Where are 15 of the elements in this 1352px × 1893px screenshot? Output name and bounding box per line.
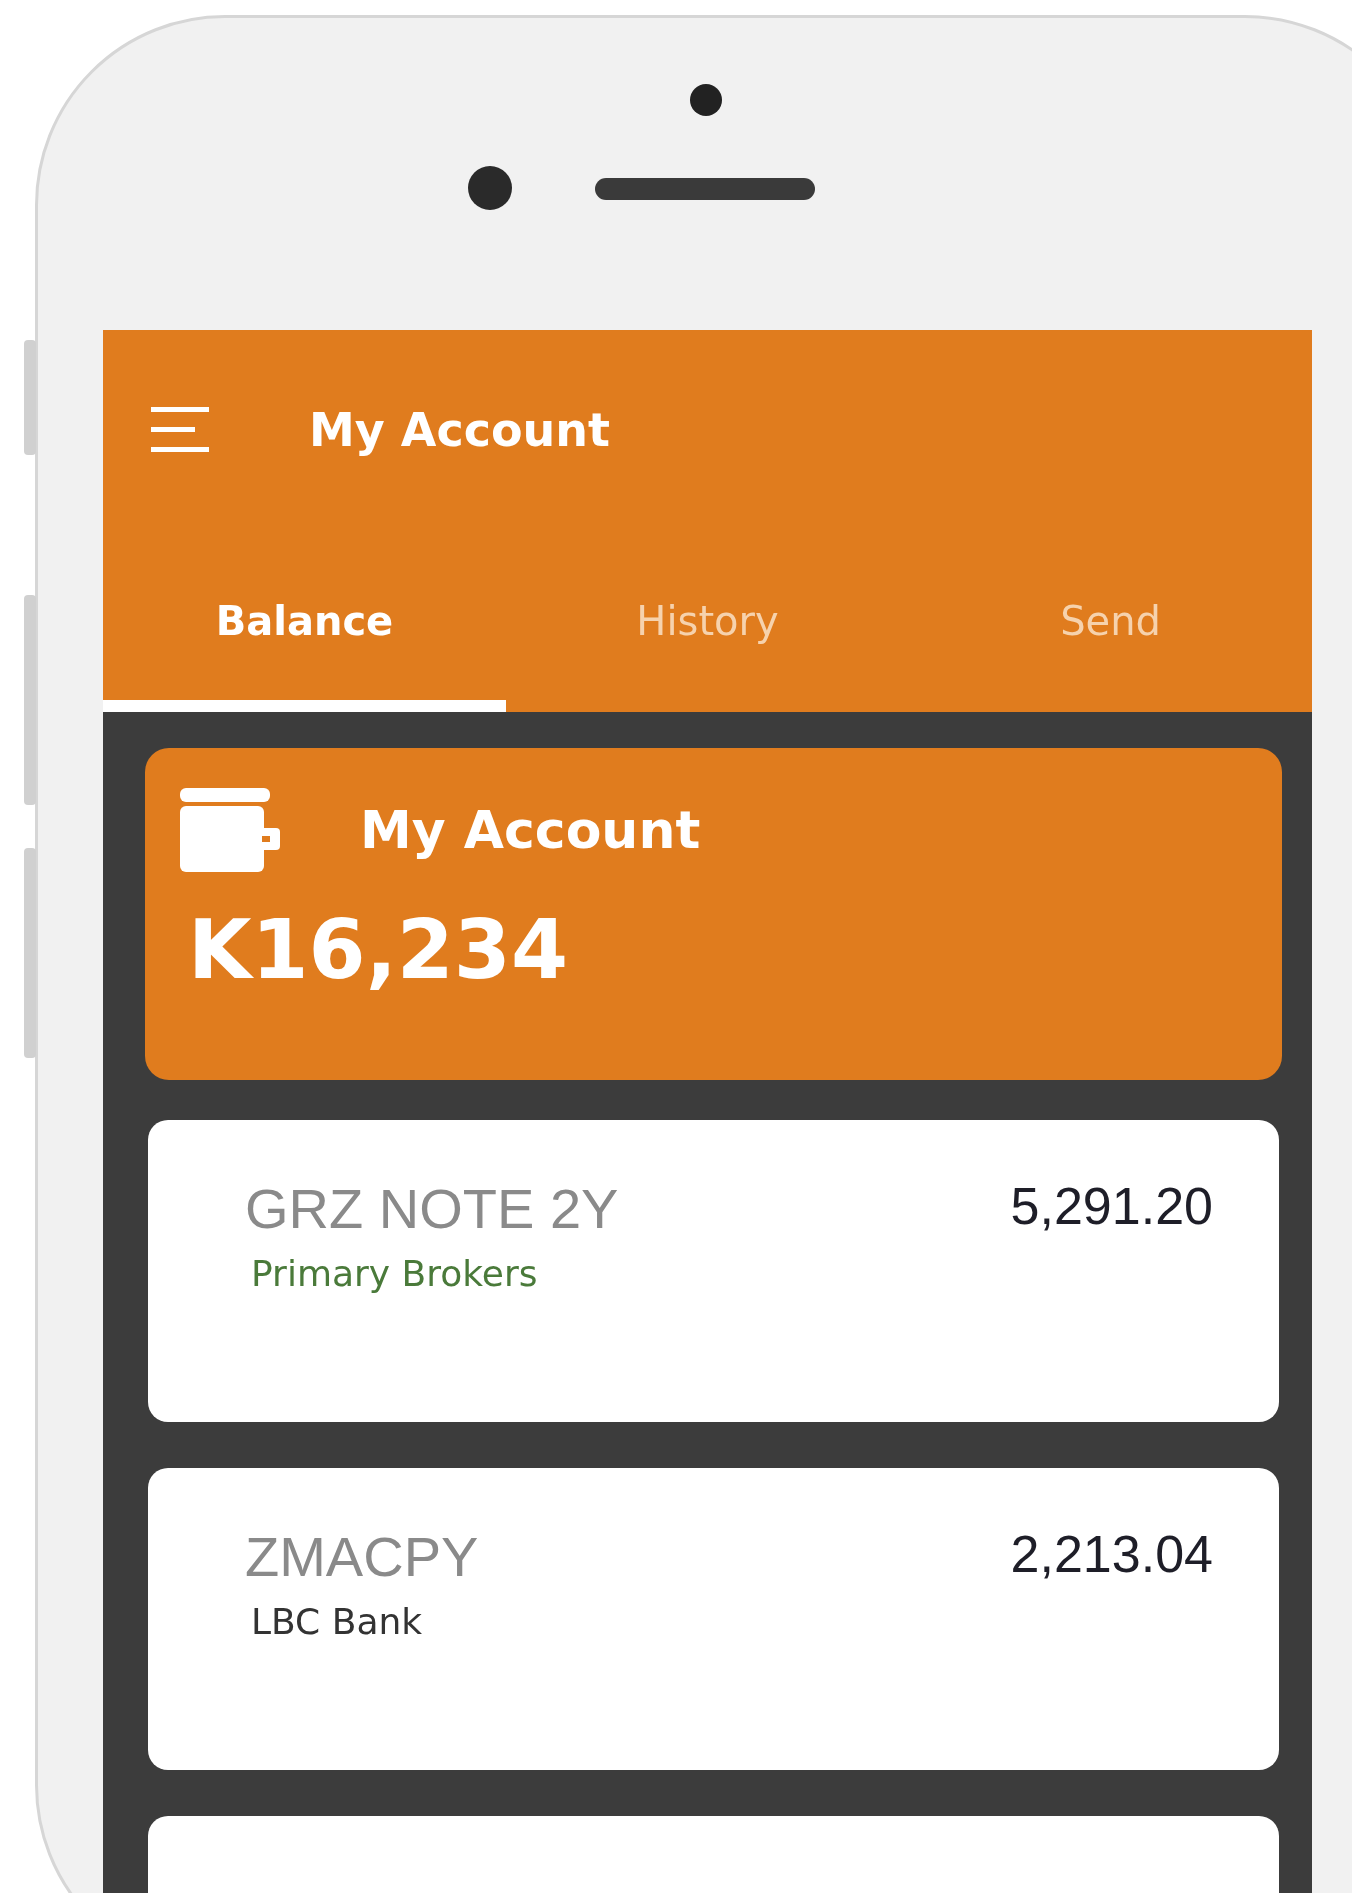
instrument-name: GRZ NOTE 2Y [245,1176,619,1241]
tab[interactable]: History [506,530,909,712]
account-title: My Account [360,800,701,860]
instrument-name: ZMACPY [245,1524,479,1589]
holding-amount: 5,291.20 [1010,1176,1213,1236]
tab[interactable]: Send [909,530,1312,712]
screen-title: My Account [309,403,610,457]
account-card[interactable]: GRZ NOTE 2Y Primary Brokers 5,291.20 [148,1120,1279,1422]
tab[interactable]: Balance [103,530,506,712]
holding-amount: 2,213.04 [1010,1524,1213,1584]
wallet-icon [180,788,280,872]
account-card[interactable]: ZMACPY LBC Bank 2,213.04 [148,1468,1279,1770]
provider-name: Primary Brokers [251,1253,538,1294]
balance-amount: K16,234 [188,902,568,997]
provider-name: LBC Bank [251,1601,423,1642]
